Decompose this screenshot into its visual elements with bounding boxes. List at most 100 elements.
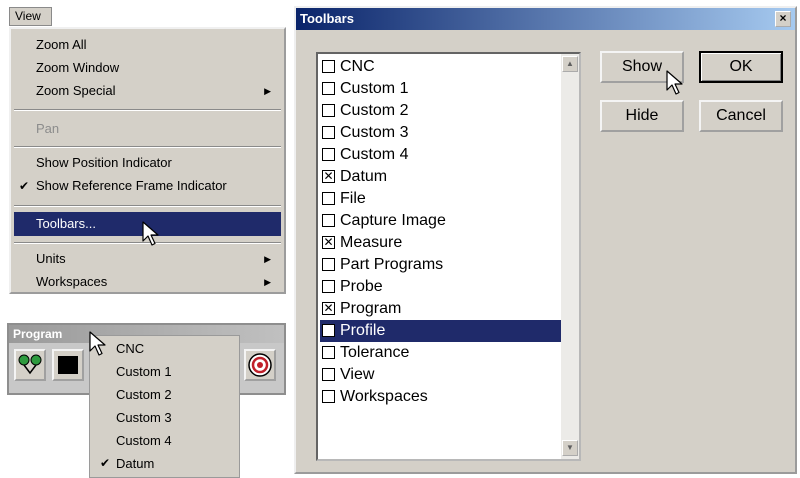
menu-item-show-reference-frame-indicator[interactable]: ✔ Show Reference Frame Indicator [14,175,281,197]
menu-item-label: CNC [116,341,145,356]
cancel-button[interactable]: Cancel [699,100,783,132]
toolbar-checkbox[interactable] [322,148,335,161]
toolbar-item-label: Capture Image [340,212,446,229]
toolbar-list-item[interactable]: Tolerance [320,342,563,364]
stop-toolbar-button[interactable] [52,349,84,381]
context-item-datum[interactable]: ✔ Datum [90,452,239,475]
context-item-custom-1[interactable]: Custom 1 [90,360,239,383]
toolbar-checkbox-checked[interactable]: ✕ [322,302,335,315]
menu-item-units[interactable]: Units ▶ [14,248,281,270]
hide-button[interactable]: Hide [600,100,684,132]
toolbar-list-item[interactable]: Probe [320,276,563,298]
menu-item-label: Toolbars... [36,216,96,231]
menu-item-toolbars[interactable]: Toolbars... [14,212,281,236]
datum-icon [18,354,42,375]
toolbar-item-label: Datum [340,168,388,185]
stop-square-icon [58,356,78,374]
show-button[interactable]: Show [600,51,684,83]
toolbar-checkbox[interactable] [322,104,335,117]
menu-item-label: Pan [36,121,60,136]
menu-item-label: Custom 4 [116,433,172,448]
toolbar-list-item[interactable]: ✕ Datum [320,166,563,188]
arrow-down-icon: ▼ [566,443,574,452]
toolbar-item-label: Program [340,300,402,317]
menu-item-label: Custom 3 [116,410,172,425]
toolbar-checkbox[interactable] [322,82,335,95]
toolbar-checkbox-checked[interactable]: ✕ [322,170,335,183]
toolbar-item-label: Custom 1 [340,80,409,97]
menu-item-label: Custom 1 [116,364,172,379]
datum-toolbar-button[interactable] [14,349,46,381]
menu-separator [14,205,281,207]
context-item-custom-3[interactable]: Custom 3 [90,406,239,429]
toolbar-checkbox[interactable] [322,346,335,359]
toolbar-item-label: Measure [340,234,403,251]
toolbars-dialog: Toolbars × CNC Custom 1 Custom 2 Custom … [294,6,797,474]
menu-item-label: Show Position Indicator [36,155,172,170]
toolbar-checkbox-checked[interactable]: ✕ [322,236,335,249]
toolbar-list-item[interactable]: Capture Image [320,210,563,232]
toolbar-checkbox[interactable] [322,60,335,73]
context-item-cnc[interactable]: CNC [90,337,239,360]
toolbar-checkbox[interactable] [322,368,335,381]
menu-separator [14,242,281,244]
toolbar-checkbox[interactable] [322,258,335,271]
toolbar-item-label: CNC [340,58,375,75]
toolbar-list-item[interactable]: Custom 3 [320,122,563,144]
toolbar-checkbox[interactable] [322,390,335,403]
scroll-up-button[interactable]: ▲ [562,56,578,72]
toolbar-list-item[interactable]: ✕ Measure [320,232,563,254]
toolbar-item-label: Custom 3 [340,124,409,141]
toolbar-list-item-selected[interactable]: Profile [320,320,563,342]
listbox-scrollbar[interactable]: ▲ ▼ [561,54,579,459]
toolbar-item-label: Part Programs [340,256,444,273]
menu-item-zoom-all[interactable]: Zoom All [14,34,281,56]
menu-item-label: Workspaces [36,274,108,289]
toolbar-list-item[interactable]: ✕ Program [320,298,563,320]
toolbar-checkbox[interactable] [322,192,335,205]
toolbar-item-label: Workspaces [340,388,428,405]
menu-item-label: Zoom Window [36,60,120,75]
menu-item-show-position-indicator[interactable]: Show Position Indicator [14,152,281,174]
dialog-title-bar[interactable]: Toolbars × [296,8,795,30]
menu-item-label: Show Reference Frame Indicator [36,178,227,193]
toolbar-list-item[interactable]: Custom 4 [320,144,563,166]
menu-separator [14,146,281,148]
view-menu-tab[interactable]: View [9,7,52,26]
toolbar-item-label: Custom 2 [340,102,409,119]
toolbar-item-label: Profile [340,322,386,339]
toolbar-item-label: View [340,366,375,383]
target-icon [248,353,272,377]
toolbar-list-item[interactable]: Part Programs [320,254,563,276]
scroll-down-button[interactable]: ▼ [562,440,578,456]
toolbar-list-item[interactable]: CNC [320,56,563,78]
menu-item-zoom-special[interactable]: Zoom Special ▶ [14,80,281,102]
toolbar-list-item[interactable]: Custom 1 [320,78,563,100]
program-context-menu: CNC Custom 1 Custom 2 Custom 3 Custom 4 … [89,335,240,478]
menu-item-label: Custom 2 [116,387,172,402]
menu-item-workspaces[interactable]: Workspaces ▶ [14,271,281,293]
context-item-custom-4[interactable]: Custom 4 [90,429,239,452]
menu-item-label: Zoom Special [36,83,116,98]
context-item-custom-2[interactable]: Custom 2 [90,383,239,406]
toolbar-list-item[interactable]: Workspaces [320,386,563,408]
toolbar-checkbox[interactable] [322,214,335,227]
view-menu-dropdown: Zoom All Zoom Window Zoom Special ▶ Pan S… [9,27,286,294]
submenu-arrow-icon: ▶ [264,86,271,96]
toolbar-item-label: File [340,190,366,207]
menu-item-zoom-window[interactable]: Zoom Window [14,57,281,79]
toolbar-checkbox[interactable] [322,126,335,139]
toolbar-list-item[interactable]: Custom 2 [320,100,563,122]
close-icon: × [779,11,787,25]
menu-item-label: Zoom All [36,37,87,52]
toolbar-item-label: Custom 4 [340,146,409,163]
target-toolbar-button[interactable] [244,349,276,381]
dialog-title: Toolbars [300,11,354,26]
toolbar-list-item[interactable]: View [320,364,563,386]
toolbar-list-item[interactable]: File [320,188,563,210]
toolbar-checkbox[interactable] [322,280,335,293]
toolbar-checkbox[interactable] [322,324,335,337]
ok-button[interactable]: OK [699,51,783,83]
close-button[interactable]: × [775,11,791,27]
toolbars-listbox[interactable]: CNC Custom 1 Custom 2 Custom 3 Custom 4 … [316,52,581,461]
